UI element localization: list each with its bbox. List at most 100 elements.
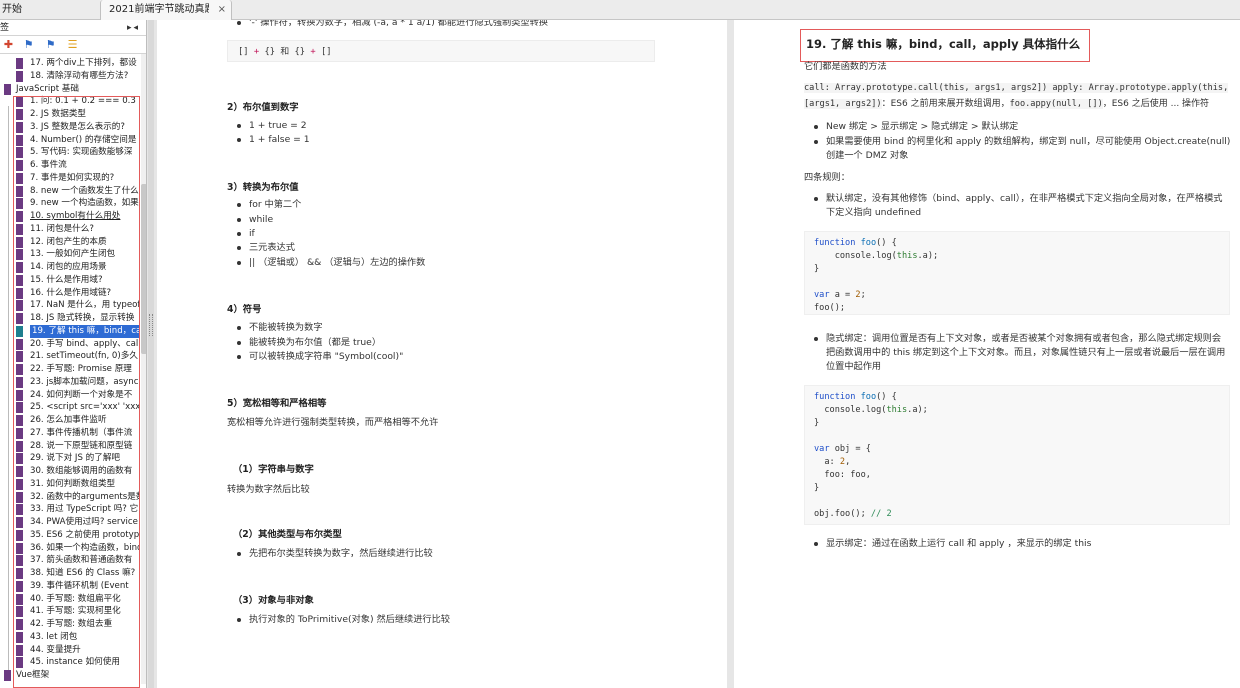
bookmark-item[interactable]: 8. new 一个函数发生了什么: [0, 185, 140, 198]
bookmark-item[interactable]: 14. 闭包的应用场景: [0, 261, 140, 274]
code-token: // 2: [870, 509, 892, 519]
bookmark-item[interactable]: 19. 了解 this 嘛，bind，call: [0, 324, 140, 338]
bookmark-item[interactable]: 23. js脚本加载问题，async: [0, 376, 140, 389]
bookmark-item[interactable]: 43. let 闭包: [0, 631, 140, 644]
code-token: foo: [860, 392, 877, 402]
bookmark-item[interactable]: 15. 什么是作用域?: [0, 274, 140, 287]
bookmark-item[interactable]: 36. 如果一个构造函数，bind: [0, 542, 140, 555]
bookmark-item[interactable]: 29. 说下对 JS 的了解吧: [0, 452, 140, 465]
bookmark-next-icon[interactable]: ⚑: [22, 38, 35, 51]
bookmark-item[interactable]: 13. 一般如何产生闭包: [0, 248, 140, 261]
bookmark-item[interactable]: 28. 说一下原型链和原型链: [0, 440, 140, 453]
bookmark-item[interactable]: 16. 什么是作用域链?: [0, 287, 140, 300]
bookmark-item[interactable]: 18. JS 隐式转换，显示转换: [0, 312, 140, 325]
close-icon[interactable]: ×: [218, 0, 226, 20]
page-title: 19. 了解 this 嘛，bind，call，apply 具体指什么: [806, 37, 1081, 51]
sidebar-collapse-control[interactable]: ▸◂: [127, 20, 140, 36]
bookmark-item[interactable]: 38. 知道 ES6 的 Class 嘛?: [0, 567, 140, 580]
bookmark-item[interactable]: 17. 两个div上下排列，都设: [0, 57, 140, 70]
bookmark-icon: [16, 440, 23, 452]
bookmark-item[interactable]: 44. 变量提升: [0, 644, 140, 657]
splitter-grip[interactable]: [149, 314, 153, 336]
paragraph: 宽松相等允许进行强制类型转换，而严格相等不允许: [227, 417, 439, 428]
bookmark-item[interactable]: 17. NaN 是什么，用 typeof: [0, 299, 140, 312]
bookmark-item[interactable]: 11. 闭包是什么?: [0, 223, 140, 236]
scroll-thumb[interactable]: [141, 184, 146, 354]
bookmark-add-icon[interactable]: ✚: [2, 38, 15, 51]
bookmark-item[interactable]: 25. <script src='xxx' 'xxx'/>: [0, 401, 140, 414]
bookmark-item[interactable]: 21. setTimeout(fn, 0)多久: [0, 350, 140, 363]
code-token: var: [814, 444, 830, 454]
bookmark-item[interactable]: 27. 事件传播机制（事件流: [0, 427, 140, 440]
bookmark-item[interactable]: 2. JS 数据类型: [0, 108, 140, 121]
bookmark-item[interactable]: 32. 函数中的arguments是数: [0, 491, 140, 504]
bookmark-item[interactable]: 1. 问: 0.1 + 0.2 === 0.3: [0, 95, 140, 108]
code-snippet: [] + {} 和 {} + []: [227, 40, 655, 62]
bookmark-label: 43. let 闭包: [30, 631, 78, 642]
list-item: 默认绑定，没有其他修饰（bind、apply、call），在非严格模式下定义指向…: [813, 193, 1223, 204]
bookmark-sidebar: 签 ▸◂ ✚ ⚑ ⚑ ☰ 17. 两个div上下排列，都设 18. 清除浮动有哪些…: [0, 20, 147, 688]
bookmark-item[interactable]: 31. 如何判断数组类型: [0, 478, 140, 491]
bookmark-icon: [16, 160, 23, 171]
code-token: foo: foo,: [824, 470, 871, 480]
code-token: +: [310, 47, 316, 57]
list-item: for 中第二个: [236, 199, 302, 210]
bookmark-item[interactable]: 34. PWA使用过吗? service: [0, 516, 140, 529]
list-item: 能被转换为布尔值（都是 true）: [236, 337, 382, 348]
bookmark-item[interactable]: 35. ES6 之前使用 prototype: [0, 529, 140, 542]
tab-document[interactable]: 2021前端字节跳动真题... ×: [100, 0, 232, 20]
bookmark-item[interactable]: 20. 手写 bind、apply、call: [0, 338, 140, 351]
bookmark-item[interactable]: 39. 事件循环机制 (Event: [0, 580, 140, 593]
bookmark-item[interactable]: 3. JS 整数是怎么表示的?: [0, 121, 140, 134]
bookmark-icon: [16, 478, 23, 490]
code-token: this: [886, 405, 908, 415]
bookmark-item[interactable]: 22. 手写题: Promise 原理: [0, 363, 140, 376]
bookmark-item[interactable]: 37. 箭头函数和普通函数有: [0, 554, 140, 567]
bookmark-item[interactable]: 18. 清除浮动有哪些方法?: [0, 70, 140, 83]
bookmark-item[interactable]: 45. instance 如何使用: [0, 656, 140, 669]
code-line: foo();: [814, 303, 846, 313]
bookmark-item[interactable]: 41. 手写题: 实现柯里化: [0, 605, 140, 618]
bookmark-icon: [16, 172, 23, 184]
bookmark-list-icon[interactable]: ☰: [66, 38, 79, 51]
bookmark-label: 42. 手写题: 数组去重: [30, 619, 113, 629]
bookmark-label: 32. 函数中的arguments是数: [30, 491, 140, 502]
subsection-heading: （1）字符串与数字: [233, 464, 314, 475]
bookmark-item[interactable]: 26. 怎么加事件监听: [0, 414, 140, 427]
bookmark-label: 19. 了解 this 嘛，bind，call: [30, 324, 140, 338]
code-token: ;: [860, 290, 866, 300]
bookmark-icon: [16, 223, 23, 235]
bookmark-item[interactable]: 10. symbol有什么用处: [0, 210, 140, 223]
bookmark-label: 36. 如果一个构造函数，bind: [30, 542, 140, 553]
bookmark-item[interactable]: 30. 数组能够调用的函数有: [0, 465, 140, 478]
bookmark-label: 33. 用过 TypeScript 吗? 它: [30, 504, 139, 515]
bookmark-label: 7. 事件是如何实现的?: [30, 172, 115, 183]
bookmark-item[interactable]: 5. 写代码: 实现函数能够深: [0, 146, 140, 159]
bookmark-item[interactable]: 40. 手写题: 数组扁平化: [0, 593, 140, 606]
list-item: 如果需要使用 bind 的柯里化和 apply 的数组解构，绑定到 null，尽…: [813, 136, 1231, 147]
bookmark-group[interactable]: JavaScript 基础: [0, 83, 140, 96]
bookmark-item[interactable]: 42. 手写题: 数组去重: [0, 618, 140, 631]
bookmark-item[interactable]: 9. new 一个构造函数，如果: [0, 197, 140, 210]
sidebar-scrollbar[interactable]: [141, 54, 146, 684]
list-item: New 绑定 > 显示绑定 > 隐式绑定 > 默认绑定: [813, 121, 1019, 132]
bookmark-item[interactable]: 33. 用过 TypeScript 吗? 它: [0, 503, 140, 516]
bookmark-item[interactable]: 7. 事件是如何实现的?: [0, 172, 140, 185]
bookmark-item[interactable]: 24. 如何判断一个对象是不: [0, 389, 140, 402]
bookmark-label: 34. PWA使用过吗? service: [30, 517, 138, 527]
splitter[interactable]: [148, 20, 154, 688]
bookmark-item[interactable]: 12. 闭包产生的本质: [0, 236, 140, 249]
code-token: .a);: [907, 405, 928, 415]
bookmark-item[interactable]: 6. 事件流: [0, 159, 140, 172]
page-left: '-' 操作符，转换为数字，相减 (-a, a * 1 a/1) 都能进行隐式强…: [157, 20, 727, 688]
list-item-continued: 创建一个 DMZ 对象: [826, 150, 909, 161]
tab-start[interactable]: 开始: [0, 0, 100, 20]
bookmark-label: 18. 清除浮动有哪些方法?: [30, 70, 129, 81]
bookmark-icon: [16, 644, 23, 656]
list-item: 隐式绑定：调用位置是否有上下文对象，或者是否被某个对象拥有或者包含，那么隐式绑定…: [813, 333, 1222, 344]
bookmark-prev-icon[interactable]: ⚑: [44, 38, 57, 51]
bookmark-label: 18. JS 隐式转换，显示转换: [30, 313, 135, 323]
bookmark-group[interactable]: Vue框架: [0, 669, 140, 682]
bookmark-item[interactable]: 4. Number() 的存储空间是: [0, 134, 140, 147]
bookmark-label: 20. 手写 bind、apply、call: [30, 338, 140, 349]
